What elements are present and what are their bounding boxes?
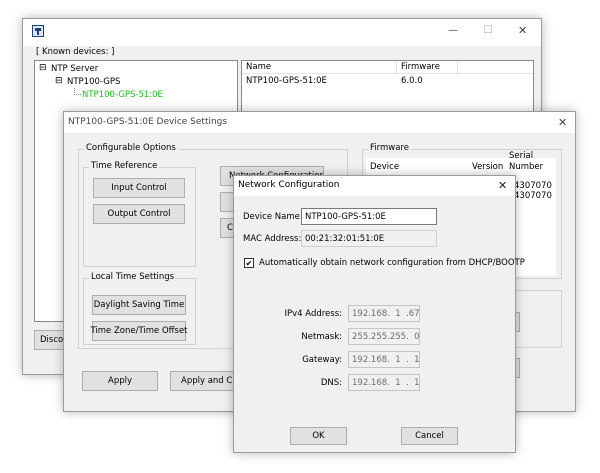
table-row[interactable]: NTP100-GPS-51:0E 6.0.0 xyxy=(242,76,533,88)
device-settings-title: NTP100-GPS-51:0E Device Settings xyxy=(68,117,228,127)
dns-label: DNS: xyxy=(320,378,342,388)
input-control-button[interactable]: Input Control xyxy=(93,178,185,198)
minimize-icon[interactable]: — xyxy=(448,25,458,36)
main-title-bar: — ☐ ✕ xyxy=(23,19,541,46)
local-time-settings-label: Local Time Settings xyxy=(89,272,177,282)
netmask-label: Netmask: xyxy=(301,332,342,342)
dhcp-checkbox[interactable]: ✔ xyxy=(244,258,254,268)
tree-item-ntp-server[interactable]: NTP Server xyxy=(51,64,98,74)
network-config-title: Network Configuration xyxy=(238,180,340,190)
fw-col-serial: Serial Number xyxy=(509,151,544,172)
gateway-label: Gateway: xyxy=(302,355,342,365)
col-header-name[interactable]: Name xyxy=(246,62,271,72)
fw-serial-1: 4307070 xyxy=(514,181,552,191)
tree-item-device[interactable]: NTP100-GPS-51:0E xyxy=(82,90,163,100)
dns-field[interactable]: 192.168. 1 . 1 xyxy=(348,374,420,391)
cancel-label: Cancel xyxy=(415,431,444,441)
tree-expander-icon[interactable]: ⊟ xyxy=(39,63,47,73)
ipv4-label: IPv4 Address: xyxy=(284,309,343,319)
device-name-label: Device Name: xyxy=(243,212,303,222)
mac-address-field: 00:21:32:01:51:0E xyxy=(301,230,437,247)
time-reference-label: Time Reference xyxy=(89,161,160,171)
device-settings-title-bar: NTP100-GPS-51:0E Device Settings ✕ xyxy=(64,112,575,133)
daylight-saving-label: Daylight Saving Time xyxy=(93,300,185,310)
tree-item-ntp100-gps[interactable]: NTP100-GPS xyxy=(67,77,120,87)
col-header-firmware[interactable]: Firmware xyxy=(401,62,440,72)
fw-serial-2: 4307070 xyxy=(514,191,552,201)
maximize-icon[interactable]: ☐ xyxy=(483,23,493,36)
dhcp-label: Automatically obtain network configurati… xyxy=(259,258,525,268)
list-header: Name Firmware xyxy=(242,61,533,74)
tree-expander-icon[interactable]: ⊟ xyxy=(55,76,63,86)
apply-button[interactable]: Apply xyxy=(82,371,158,391)
check-icon: ✔ xyxy=(245,259,253,268)
output-control-label: Output Control xyxy=(107,209,171,219)
fw-col-version: Version xyxy=(472,162,504,172)
close-icon[interactable]: ✕ xyxy=(498,179,507,192)
output-control-button[interactable]: Output Control xyxy=(93,204,185,224)
app-logo-icon xyxy=(32,25,44,37)
known-devices-label: [ Known devices: ] xyxy=(36,47,115,57)
timezone-label: Time Zone/Time Offset xyxy=(90,326,188,336)
close-icon[interactable]: ✕ xyxy=(558,116,567,129)
ipv4-address-field[interactable]: 192.168. 1 .67 xyxy=(348,305,420,322)
timezone-button[interactable]: Time Zone/Time Offset xyxy=(90,321,188,341)
network-config-dialog: Network Configuration ✕ Device Name: NTP… xyxy=(233,175,525,453)
network-config-title-bar: Network Configuration ✕ xyxy=(234,176,515,196)
gateway-field[interactable]: 192.168. 1 . 1 xyxy=(348,351,420,368)
row-name: NTP100-GPS-51:0E xyxy=(246,76,327,86)
daylight-saving-button[interactable]: Daylight Saving Time xyxy=(92,295,186,315)
tree-connector xyxy=(74,88,81,95)
ok-label: OK xyxy=(312,431,325,441)
row-firmware: 6.0.0 xyxy=(401,76,423,86)
device-name-field[interactable]: NTP100-GPS-51:0E xyxy=(301,208,437,225)
mac-address-label: MAC Address: xyxy=(243,234,302,244)
cancel-button[interactable]: Cancel xyxy=(401,427,458,445)
discover-button-label: Disco xyxy=(40,335,64,345)
netmask-field[interactable]: 255.255.255. 0 xyxy=(348,328,420,345)
apply-label: Apply xyxy=(108,376,132,386)
firmware-label: Firmware xyxy=(368,143,411,153)
fw-col-device: Device xyxy=(370,162,400,172)
input-control-label: Input Control xyxy=(111,183,167,193)
configurable-options-label: Configurable Options xyxy=(84,143,178,153)
ok-button[interactable]: OK xyxy=(290,427,347,445)
close-icon[interactable]: ✕ xyxy=(518,24,527,37)
